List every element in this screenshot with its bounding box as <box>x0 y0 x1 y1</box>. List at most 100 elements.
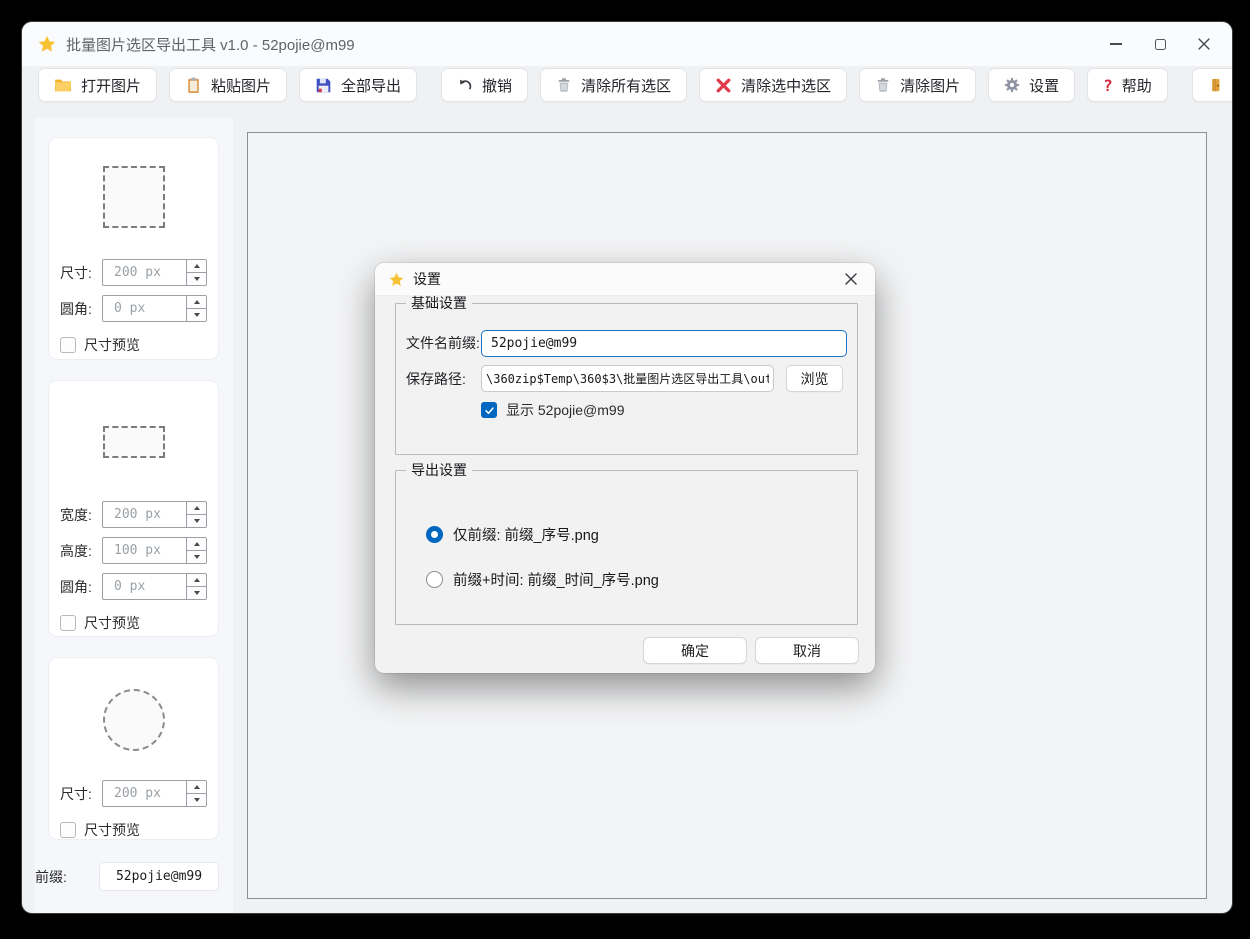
naming-option-prefix-time[interactable]: 前缀+时间: 前缀_时间_序号.png <box>426 569 659 590</box>
spin-up-icon[interactable] <box>187 296 206 309</box>
dialog-close-button[interactable] <box>841 269 861 289</box>
corner-radius-label: 圆角: <box>60 299 102 319</box>
size-input[interactable] <box>103 260 186 285</box>
size-preview-label: 尺寸预览 <box>84 613 140 633</box>
prefix-row: 前缀: <box>35 862 233 891</box>
toolbar-button-label: 帮助 <box>1122 75 1152 96</box>
shape-panel-circle: 尺寸: 尺寸预览 <box>48 657 219 840</box>
size-stepper <box>102 259 207 286</box>
prefix-label: 前缀: <box>35 867 99 887</box>
trash-icon <box>556 77 572 93</box>
spin-down-icon[interactable] <box>187 794 206 806</box>
undo-button[interactable]: 撤销 <box>441 68 528 102</box>
folder-icon <box>54 76 72 94</box>
cancel-button[interactable]: 取消 <box>755 637 859 664</box>
titlebar[interactable]: 批量图片选区导出工具 v1.0 - 52pojie@m99 <box>22 22 1232 66</box>
size-preview-label: 尺寸预览 <box>84 820 140 840</box>
naming-option-prefix-only[interactable]: 仅前缀: 前缀_序号.png <box>426 524 599 545</box>
show-credit-label: 显示 52pojie@m99 <box>506 400 625 420</box>
square-selection-preview[interactable] <box>103 166 165 228</box>
radio-unselected-icon[interactable] <box>426 571 443 588</box>
size-input[interactable] <box>103 781 186 806</box>
export-settings-legend: 导出设置 <box>406 462 472 479</box>
filename-prefix-input[interactable] <box>481 330 847 357</box>
spin-up-icon[interactable] <box>187 574 206 587</box>
height-input[interactable] <box>103 538 186 563</box>
exit-door-icon <box>1208 77 1223 93</box>
clear-selected-selection-button[interactable]: 清除选中选区 <box>699 68 847 102</box>
save-path-input[interactable] <box>481 365 774 392</box>
export-settings-group: 导出设置 仅前缀: 前缀_序号.png 前缀+时间: 前缀_时间_序号.png <box>395 470 858 625</box>
height-label: 高度: <box>60 541 102 561</box>
size-stepper <box>102 780 207 807</box>
exit-button[interactable]: 退出 <box>1192 68 1232 102</box>
maximize-button[interactable] <box>1152 36 1168 52</box>
size-preview-checkbox[interactable] <box>60 337 76 353</box>
corner-radius-input[interactable] <box>103 574 186 599</box>
toolbar-button-label: 撤销 <box>482 75 512 96</box>
size-preview-checkbox[interactable] <box>60 615 76 631</box>
gear-icon <box>1004 77 1020 93</box>
clear-image-button[interactable]: 清除图片 <box>859 68 976 102</box>
settings-dialog: 设置 基础设置 文件名前缀: 保存路径: 浏览 显示 52pojie@m99 导… <box>375 263 875 673</box>
show-credit-checkbox[interactable] <box>481 402 497 418</box>
browse-button[interactable]: 浏览 <box>786 365 843 392</box>
clear-all-selections-button[interactable]: 清除所有选区 <box>540 68 687 102</box>
corner-radius-stepper <box>102 295 207 322</box>
red-x-icon <box>715 77 732 94</box>
question-icon: ? <box>1103 76 1113 95</box>
paste-image-button[interactable]: 粘贴图片 <box>169 68 287 102</box>
naming-option-label: 仅前缀: 前缀_序号.png <box>453 524 599 545</box>
spin-down-icon[interactable] <box>187 273 206 285</box>
height-stepper <box>102 537 207 564</box>
spin-up-icon[interactable] <box>187 502 206 515</box>
toolbar-button-label: 打开图片 <box>81 75 141 96</box>
spin-up-icon[interactable] <box>187 781 206 794</box>
dialog-title: 设置 <box>413 269 441 289</box>
spin-down-icon[interactable] <box>187 551 206 563</box>
save-path-label: 保存路径: <box>406 369 481 389</box>
circle-selection-preview[interactable] <box>103 689 165 751</box>
toolbar-button-label: 粘贴图片 <box>211 75 271 96</box>
dialog-titlebar[interactable]: 设置 <box>375 263 875 296</box>
rectangle-selection-preview[interactable] <box>103 426 165 458</box>
spin-down-icon[interactable] <box>187 587 206 599</box>
size-label: 尺寸: <box>60 784 102 804</box>
toolbar-button-label: 清除选中选区 <box>741 75 831 96</box>
spin-down-icon[interactable] <box>187 309 206 321</box>
clipboard-icon <box>185 77 202 94</box>
close-button[interactable] <box>1196 36 1212 52</box>
width-input[interactable] <box>103 502 186 527</box>
minimize-button[interactable] <box>1108 36 1124 52</box>
naming-option-label: 前缀+时间: 前缀_时间_序号.png <box>453 569 659 590</box>
floppy-icon <box>315 77 332 94</box>
help-button[interactable]: ? 帮助 <box>1087 68 1168 102</box>
filename-prefix-label: 文件名前缀: <box>406 333 481 353</box>
prefix-input[interactable] <box>99 862 219 891</box>
corner-radius-label: 圆角: <box>60 577 102 597</box>
spin-up-icon[interactable] <box>187 538 206 551</box>
spin-down-icon[interactable] <box>187 515 206 527</box>
corner-radius-input[interactable] <box>103 296 186 321</box>
basic-settings-group: 基础设置 文件名前缀: 保存路径: 浏览 显示 52pojie@m99 <box>395 303 858 455</box>
ok-button[interactable]: 确定 <box>643 637 747 664</box>
size-label: 尺寸: <box>60 263 102 283</box>
corner-radius-stepper <box>102 573 207 600</box>
shape-panel-square: 尺寸: 圆角: <box>48 137 219 360</box>
shape-panel-rectangle: 宽度: 高度: <box>48 380 219 637</box>
app-star-icon <box>389 272 404 287</box>
toolbar-button-label: 全部导出 <box>341 75 401 96</box>
toolbar-button-label: 设置 <box>1029 75 1059 96</box>
spin-up-icon[interactable] <box>187 260 206 273</box>
width-label: 宽度: <box>60 505 102 525</box>
open-image-button[interactable]: 打开图片 <box>38 68 157 102</box>
size-preview-label: 尺寸预览 <box>84 335 140 355</box>
toolbar: 打开图片 粘贴图片 全部导出 撤销 清除所有选区 清除选中选区 清除图片 <box>38 68 1216 102</box>
size-preview-checkbox[interactable] <box>60 822 76 838</box>
sidebar: 尺寸: 圆角: <box>35 118 233 913</box>
basic-settings-legend: 基础设置 <box>406 295 472 312</box>
settings-button[interactable]: 设置 <box>988 68 1075 102</box>
radio-selected-icon[interactable] <box>426 526 443 543</box>
undo-icon <box>457 77 473 93</box>
export-all-button[interactable]: 全部导出 <box>299 68 417 102</box>
